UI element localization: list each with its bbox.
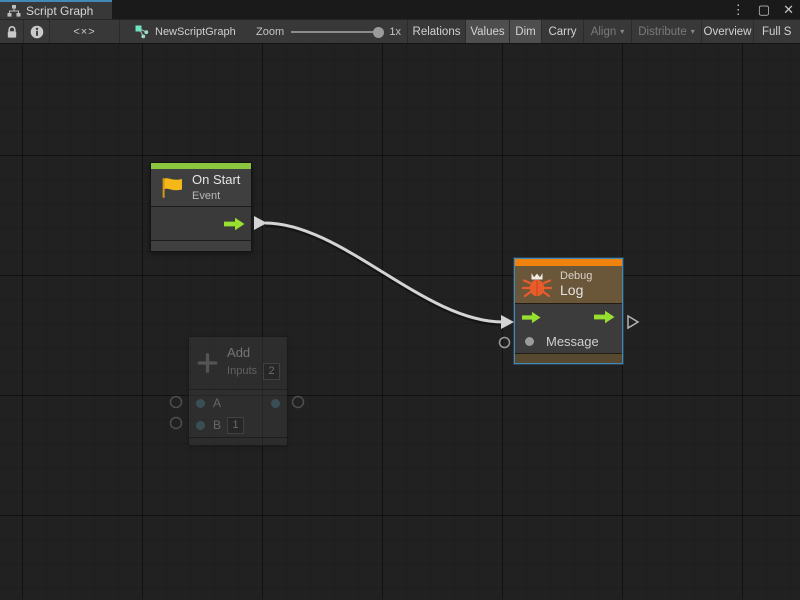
node-title: Log	[560, 282, 592, 298]
zoom-label: Zoom	[256, 26, 284, 38]
node-header: Add Inputs 2	[189, 337, 287, 390]
inputs-count-field[interactable]: 2	[263, 363, 280, 380]
chevron-down-icon: ▾	[691, 27, 695, 36]
script-graph-icon	[135, 25, 149, 39]
flow-output-port[interactable]	[224, 217, 245, 231]
node-footer	[515, 353, 622, 363]
toggle-carry[interactable]: Carry	[541, 20, 583, 43]
zoom-value: 1x	[389, 26, 401, 38]
button-overview[interactable]: Overview	[701, 20, 753, 43]
graph-name: NewScriptGraph	[155, 26, 236, 38]
zoom-slider-handle[interactable]	[373, 27, 384, 38]
node-footer	[151, 240, 251, 251]
node-title: Add	[227, 346, 280, 361]
node-add[interactable]: Add Inputs 2 A B 1	[188, 336, 288, 446]
close-icon[interactable]: ✕	[783, 3, 794, 16]
flow-input-port[interactable]	[522, 311, 541, 324]
node-body	[151, 207, 251, 240]
toggle-values[interactable]: Values	[465, 20, 509, 43]
flow-output-port[interactable]	[594, 310, 615, 324]
tab-title: Script Graph	[26, 4, 93, 18]
node-header: Debug Log	[515, 266, 622, 304]
output-port-sum[interactable]	[271, 399, 280, 408]
chevron-down-icon: ▾	[620, 27, 624, 36]
lock-icon	[6, 25, 18, 39]
external-port-add-out[interactable]	[293, 397, 304, 408]
node-footer	[189, 437, 287, 445]
window-controls: ⋮ ▢ ✕	[732, 0, 794, 19]
port-a-label: A	[213, 396, 221, 410]
node-title: On Start	[192, 173, 240, 188]
node-on-start-event[interactable]: On Start Event	[150, 162, 252, 252]
wire-start-arrow	[254, 216, 267, 230]
bug-icon	[522, 271, 552, 298]
port-b-value-field[interactable]: 1	[227, 417, 244, 434]
message-port-label: Message	[546, 334, 599, 349]
flow-connection-wire[interactable]	[265, 223, 503, 322]
wire-end-arrow	[501, 315, 514, 329]
button-fullscreen[interactable]: Full S	[753, 20, 800, 43]
inputs-label: Inputs	[227, 365, 257, 377]
info-icon	[30, 25, 44, 39]
menu-icon[interactable]: ⋮	[732, 3, 745, 16]
node-body: A B 1	[189, 390, 287, 437]
input-port-b[interactable]	[196, 421, 205, 430]
toggle-relations[interactable]: Relations	[407, 20, 465, 43]
toolbar-toggles: Relations Values Dim Carry Align ▾ Distr…	[407, 20, 800, 43]
info-button[interactable]	[24, 20, 50, 43]
tab-strip: Script Graph ⋮ ▢ ✕	[0, 0, 800, 19]
graph-canvas[interactable]: On Start Event	[0, 44, 800, 599]
tab-script-graph[interactable]: Script Graph	[0, 0, 112, 19]
zoom-control: Zoom 1x	[254, 20, 407, 43]
input-port-a[interactable]	[196, 399, 205, 408]
node-body: Message	[515, 304, 622, 353]
connections-overlay	[0, 44, 800, 599]
graph-hierarchy-icon	[7, 5, 21, 17]
port-b-label: B	[213, 418, 221, 432]
lock-button[interactable]	[0, 20, 24, 43]
plus-icon	[196, 349, 219, 377]
script-graph-window: Script Graph ⋮ ▢ ✕ <×>	[0, 0, 800, 600]
maximize-icon[interactable]: ▢	[758, 3, 770, 16]
dropdown-distribute[interactable]: Distribute ▾	[631, 20, 701, 43]
message-value-port[interactable]	[525, 337, 534, 346]
external-port-flow-out[interactable]	[628, 316, 638, 328]
node-subtitle: Event	[192, 190, 240, 202]
node-header: On Start Event	[151, 169, 251, 207]
external-port-a[interactable]	[171, 397, 182, 408]
node-category: Debug	[560, 270, 592, 282]
graph-breadcrumb[interactable]: NewScriptGraph	[120, 20, 254, 43]
zoom-slider[interactable]	[291, 31, 380, 33]
node-debug-log[interactable]: Debug Log Message	[514, 258, 623, 364]
code-view-button[interactable]: <×>	[50, 20, 120, 43]
external-port-message[interactable]	[500, 338, 510, 348]
dropdown-align[interactable]: Align ▾	[583, 20, 631, 43]
graph-toolbar: <×> NewScriptGraph Zoom 1x Relations Val…	[0, 19, 800, 44]
external-port-b[interactable]	[171, 418, 182, 429]
toggle-dim[interactable]: Dim	[509, 20, 541, 43]
debug-accent-bar	[515, 259, 622, 266]
flag-icon	[158, 176, 184, 200]
